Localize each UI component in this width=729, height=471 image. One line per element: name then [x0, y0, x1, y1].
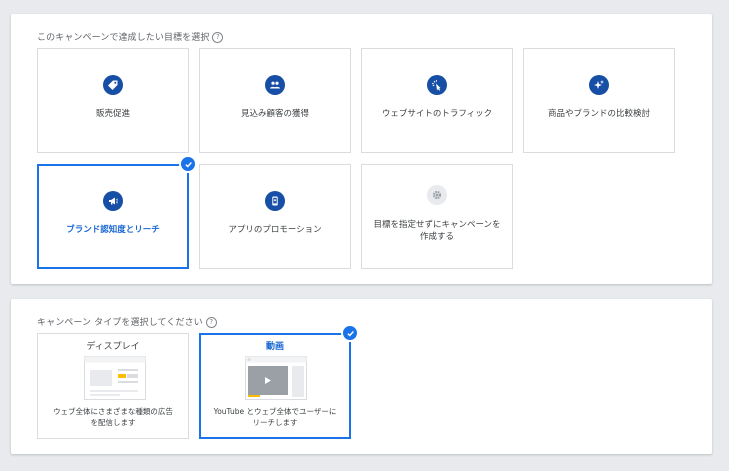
- goal-card-label: 目標を指定せずにキャンペーンを 作成する: [368, 219, 506, 243]
- help-icon[interactable]: ?: [212, 32, 224, 43]
- help-icon[interactable]: ?: [205, 317, 217, 328]
- goal-card-label: ブランド認知度とリーチ: [66, 225, 160, 235]
- gear-icon: [427, 185, 447, 205]
- goal-card-label: アプリのプロモーション: [228, 225, 322, 235]
- goal-card-label-line2: 作成する: [419, 232, 454, 242]
- selected-check-icon: [341, 324, 359, 342]
- tag-icon: [103, 75, 123, 95]
- phone-icon: [265, 191, 285, 211]
- type-card-title: ディスプレイ: [86, 342, 140, 352]
- goal-card-label: ウェブサイトのトラフィック: [381, 109, 493, 119]
- display-ad-illustration: [84, 356, 146, 400]
- cursor-click-icon: [427, 75, 447, 95]
- goal-card-app-promotion[interactable]: アプリのプロモーション: [199, 164, 351, 269]
- goal-card-traffic[interactable]: ウェブサイトのトラフィック: [361, 48, 513, 153]
- goal-section-label: このキャンペーンで達成したい目標を選択?: [37, 30, 224, 43]
- goal-card-sales[interactable]: 販売促進: [37, 48, 189, 153]
- people-icon: [265, 75, 285, 95]
- type-card-title: 動画: [265, 342, 284, 352]
- type-card-desc-line1: ウェブ全体にさまざまな種類の広告: [53, 407, 173, 416]
- goal-card-label: 販売促進: [95, 109, 130, 119]
- video-ad-illustration: [245, 356, 307, 400]
- goal-card-brand-awareness[interactable]: ブランド認知度とリーチ: [37, 164, 189, 269]
- campaign-goal-panel: このキャンペーンで達成したい目標を選択? 販売促進 見込み顧客の獲得 ウェブサイ…: [11, 14, 712, 284]
- selected-check-icon: [179, 155, 197, 173]
- goal-card-consideration[interactable]: 商品やブランドの比較検討: [523, 48, 675, 153]
- megaphone-icon: [103, 191, 123, 211]
- type-card-video[interactable]: 動画 YouTube とウェブ全体でユーザーに リーチします: [199, 333, 351, 439]
- campaign-type-panel: キャンペーン タイプを選択してください? ディスプレイ ウェブ全体にさまざまな種…: [11, 299, 712, 454]
- sparkle-icon: [589, 75, 609, 95]
- type-section-label-text: キャンペーン タイプを選択してください: [37, 318, 203, 328]
- goal-card-label-line1: 目標を指定せずにキャンペーンを: [373, 220, 501, 230]
- type-card-description: YouTube とウェブ全体でユーザーに リーチします: [205, 406, 345, 428]
- goal-card-label: 見込み顧客の獲得: [240, 109, 309, 119]
- type-section-label: キャンペーン タイプを選択してください?: [37, 315, 217, 328]
- type-card-desc-line2: リーチします: [252, 418, 298, 427]
- goal-card-label: 商品やブランドの比較検討: [547, 109, 650, 119]
- goal-card-no-goal[interactable]: 目標を指定せずにキャンペーンを 作成する: [361, 164, 513, 269]
- type-card-display[interactable]: ディスプレイ ウェブ全体にさまざまな種類の広告 を配信します: [37, 333, 189, 439]
- type-card-desc-line2: を配信します: [90, 418, 136, 427]
- type-card-description: ウェブ全体にさまざまな種類の広告 を配信します: [42, 406, 184, 428]
- type-card-desc-line1: YouTube とウェブ全体でユーザーに: [213, 407, 337, 416]
- goal-section-label-text: このキャンペーンで達成したい目標を選択: [37, 33, 210, 43]
- goal-card-leads[interactable]: 見込み顧客の獲得: [199, 48, 351, 153]
